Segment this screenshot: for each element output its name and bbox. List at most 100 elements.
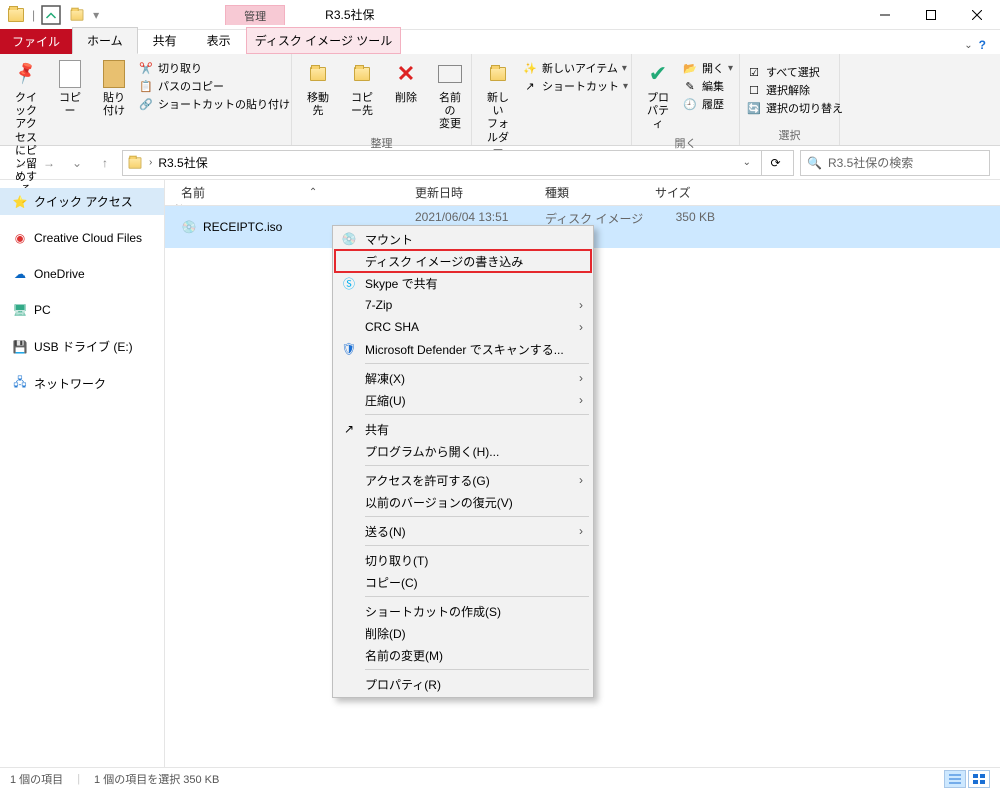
window-title: R3.5社保 — [325, 6, 374, 23]
ctx-cut[interactable]: 切り取り(T) — [335, 549, 591, 571]
status-selected-count: 1 個の項目を選択 350 KB — [94, 771, 219, 787]
context-menu: 💿マウント ディスク イメージの書き込み ⓈSkype で共有 7-Zip› C… — [332, 225, 594, 698]
ctx-mount[interactable]: 💿マウント — [335, 228, 591, 250]
view-large-button[interactable] — [968, 770, 990, 788]
tab-view[interactable]: 表示 — [192, 27, 246, 54]
maximize-button[interactable] — [908, 0, 954, 30]
search-box[interactable]: 🔍 R3.5社保の検索 — [800, 150, 990, 176]
sidebar-item-onedrive[interactable]: ☁OneDrive — [0, 261, 164, 287]
ctx-skype-share[interactable]: ⓈSkype で共有 — [335, 272, 591, 294]
skype-icon: Ⓢ — [341, 275, 357, 291]
cut-button[interactable]: ✂️切り取り — [138, 60, 290, 76]
paste-button[interactable]: 貼り付け — [94, 56, 134, 120]
column-name[interactable]: 名前⌃ — [165, 184, 415, 201]
column-size[interactable]: サイズ — [655, 184, 725, 201]
ribbon: 📌クイック アクセス にピン留めする コピー 貼り付け ✂️切り取り 📋パスのコ… — [0, 54, 1000, 146]
ctx-separator — [365, 465, 589, 466]
ctx-delete[interactable]: 削除(D) — [335, 622, 591, 644]
properties-button[interactable]: ✔プロパティ — [638, 56, 678, 134]
ribbon-group-select: 選択 — [746, 126, 833, 145]
minimize-button[interactable] — [862, 0, 908, 30]
sidebar-item-usb[interactable]: 💾USB ドライブ (E:) — [0, 333, 164, 360]
tab-file[interactable]: ファイル — [0, 29, 72, 54]
tab-share[interactable]: 共有 — [138, 27, 192, 54]
recent-dropdown[interactable]: ⌄ — [66, 152, 88, 174]
disc-icon: 💿 — [341, 231, 357, 247]
qat-properties[interactable] — [39, 3, 63, 27]
tab-disk-image-tools[interactable]: ディスク イメージ ツール — [246, 27, 402, 54]
copy-button[interactable]: コピー — [50, 56, 90, 120]
sidebar-item-ccf[interactable]: ◉Creative Cloud Files — [0, 225, 164, 251]
refresh-button[interactable]: ⟳ — [761, 150, 789, 176]
ctx-openwith[interactable]: プログラムから開く(H)... — [335, 440, 591, 462]
invert-button[interactable]: 🔄選択の切り替え — [746, 100, 843, 116]
newitem-button[interactable]: ✨新しいアイテム ▾ — [522, 60, 628, 76]
sidebar-item-quickaccess[interactable]: ⭐クイック アクセス — [0, 188, 164, 215]
up-button[interactable]: ↑ — [94, 152, 116, 174]
delete-button[interactable]: ✕削除 — [386, 56, 426, 107]
ctx-extract[interactable]: 解凍(X)› — [335, 367, 591, 389]
ctx-defender-scan[interactable]: 🛡Microsoft Defender でスキャンする... — [335, 338, 591, 360]
tab-home[interactable]: ホーム — [72, 27, 138, 54]
selectnone-button[interactable]: ☐選択解除 — [746, 82, 843, 98]
column-type[interactable]: 種類 — [545, 184, 655, 201]
sidebar-item-network[interactable]: 🖧ネットワーク — [0, 370, 164, 397]
quick-access-toolbar: | ▾ — [0, 3, 105, 27]
selectall-button[interactable]: ☑すべて選択 — [746, 64, 843, 80]
ctx-rename[interactable]: 名前の変更(M) — [335, 644, 591, 666]
chevron-right-icon: › — [579, 320, 583, 334]
history-button[interactable]: 🕘履歴 — [682, 96, 733, 112]
ctx-separator — [365, 414, 589, 415]
ctx-sendto[interactable]: 送る(N)› — [335, 520, 591, 542]
view-details-button[interactable] — [944, 770, 966, 788]
network-icon: 🖧 — [12, 376, 28, 392]
pc-icon: 🖥 — [12, 302, 28, 318]
address-dropdown[interactable]: ⌄ — [743, 157, 751, 168]
list-icon — [949, 774, 961, 784]
contextual-tab-header: 管理 — [225, 5, 285, 25]
ctx-separator — [365, 596, 589, 597]
ctx-prevversions[interactable]: 以前のバージョンの復元(V) — [335, 491, 591, 513]
ctx-share[interactable]: ↗共有 — [335, 418, 591, 440]
ctx-crcsha[interactable]: CRC SHA› — [335, 316, 591, 338]
qat-dropdown[interactable]: ▾ — [93, 8, 99, 22]
back-button[interactable]: ← — [10, 152, 32, 174]
qat-newfolder[interactable] — [65, 3, 89, 27]
cc-icon: ◉ — [12, 230, 28, 246]
forward-button[interactable]: → — [38, 152, 60, 174]
ctx-separator — [365, 363, 589, 364]
close-button[interactable] — [954, 0, 1000, 30]
copyto-button[interactable]: コピー先 — [342, 56, 382, 120]
search-placeholder: R3.5社保の検索 — [828, 154, 913, 171]
ribbon-collapse-icon[interactable]: ⌄ — [964, 40, 972, 51]
ctx-7zip[interactable]: 7-Zip› — [335, 294, 591, 316]
moveto-button[interactable]: 移動先 — [298, 56, 338, 120]
chevron-right-icon[interactable]: › — [149, 157, 152, 168]
nav-pane: ⭐クイック アクセス ◉Creative Cloud Files ☁OneDri… — [0, 180, 165, 767]
newfolder-button[interactable]: 新しい フォルダー — [478, 56, 518, 160]
column-date[interactable]: 更新日時 — [415, 184, 545, 201]
address-bar[interactable]: › R3.5社保 ⌄ ⟳ — [122, 150, 794, 176]
iso-icon: 💿 — [181, 219, 197, 235]
ctx-burn-disk-image[interactable]: ディスク イメージの書き込み — [335, 250, 591, 272]
ctx-compress[interactable]: 圧縮(U)› — [335, 389, 591, 411]
sidebar-item-pc[interactable]: 🖥PC — [0, 297, 164, 323]
address-segment[interactable]: R3.5社保 — [158, 154, 207, 171]
newshortcut-button[interactable]: ↗ショートカット ▾ — [522, 78, 628, 94]
ctx-properties[interactable]: プロパティ(R) — [335, 673, 591, 695]
ctx-separator — [365, 545, 589, 546]
open-button[interactable]: 📂開く ▾ — [682, 60, 733, 76]
ctx-copy[interactable]: コピー(C) — [335, 571, 591, 593]
pin-quickaccess-button[interactable]: 📌クイック アクセス にピン留めする — [6, 56, 46, 200]
copypath-button[interactable]: 📋パスのコピー — [138, 78, 290, 94]
star-icon: ⭐ — [12, 194, 28, 210]
ctx-createshortcut[interactable]: ショートカットの作成(S) — [335, 600, 591, 622]
rename-button[interactable]: 名前の 変更 — [430, 56, 470, 134]
folder-icon — [129, 157, 142, 168]
help-icon[interactable]: ? — [979, 38, 986, 52]
ctx-giveaccess[interactable]: アクセスを許可する(G)› — [335, 469, 591, 491]
edit-button[interactable]: ✎編集 — [682, 78, 733, 94]
status-item-count: 1 個の項目 — [10, 771, 63, 787]
pasteshortcut-button[interactable]: 🔗ショートカットの貼り付け — [138, 96, 290, 112]
ribbon-tabs: ファイル ホーム 共有 表示 ディスク イメージ ツール ⌄ ? — [0, 30, 1000, 54]
